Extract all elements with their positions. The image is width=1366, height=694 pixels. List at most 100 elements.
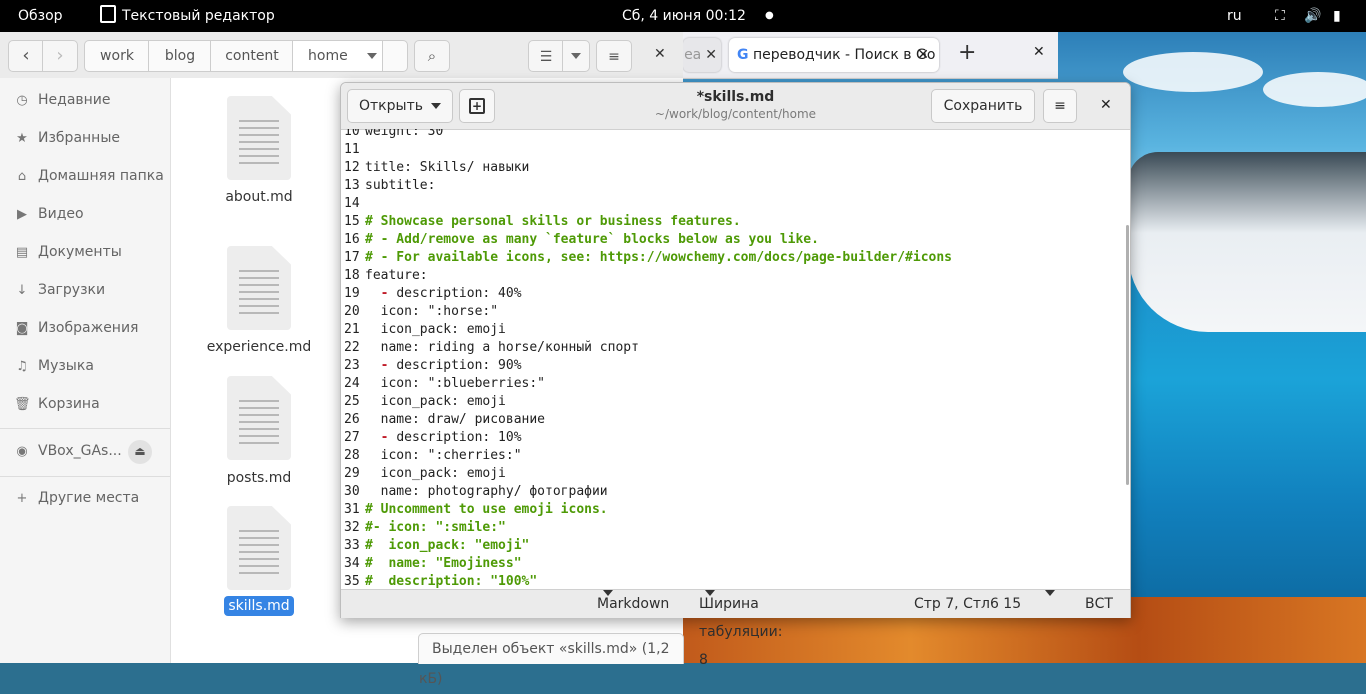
plus-icon: + — [16, 491, 28, 506]
breadcrumb-content[interactable]: content — [210, 40, 294, 72]
sidebar-item-label: Избранные — [38, 130, 120, 146]
chevron-down-icon — [571, 53, 581, 59]
app-menu[interactable]: Текстовый редактор — [100, 0, 275, 32]
list-dash: - — [365, 286, 397, 301]
menu-button[interactable]: ≡ — [1043, 89, 1077, 123]
line-number: 30 — [344, 484, 360, 499]
close-window-icon[interactable]: ✕ — [1033, 44, 1045, 60]
tab-width-label: Ширина табуляции: 8 — [699, 596, 783, 668]
code-line: # Uncomment to use emoji icons. — [365, 502, 608, 517]
menu-button[interactable]: ≡ — [596, 40, 632, 72]
code-line: - description: 90% — [365, 358, 522, 373]
cloud — [1263, 72, 1366, 107]
sidebar-item-starred[interactable]: ★ Избранные — [14, 128, 120, 148]
file-name[interactable]: about.md — [189, 189, 329, 205]
app-name: Текстовый редактор — [122, 8, 275, 24]
line-number: 22 — [344, 340, 360, 355]
view-options-button[interactable] — [562, 40, 590, 72]
sidebar-item-label: Корзина — [38, 396, 100, 412]
line-number: 12 — [344, 160, 360, 175]
browser-tab-partial[interactable]: ea ✕ — [683, 38, 721, 72]
sidebar-item-vbox[interactable]: ◉ VBox_GAs... — [14, 441, 121, 461]
line-number: 14 — [344, 196, 360, 211]
file-icon-selected[interactable] — [227, 506, 291, 590]
code-line: #- icon: ":smile:" — [365, 520, 506, 535]
sidebar-item-documents[interactable]: ▤ Документы — [14, 242, 122, 262]
line-number: 13 — [344, 178, 360, 193]
sidebar-divider — [0, 428, 170, 429]
forward-button[interactable]: › — [42, 40, 78, 72]
sidebar-item-downloads[interactable]: ↓ Загрузки — [14, 280, 106, 300]
sidebar-item-videos[interactable]: ▶ Видео — [14, 204, 84, 224]
sidebar-item-label: Недавние — [38, 92, 111, 108]
code-line: # Showcase personal skills or business f… — [365, 214, 741, 229]
chevron-down-icon — [430, 103, 441, 109]
scrollbar[interactable] — [1126, 225, 1129, 485]
list-view-icon: ☰ — [539, 49, 553, 65]
chevron-down-icon — [1045, 590, 1055, 596]
close-icon[interactable]: ✕ — [654, 46, 666, 62]
line-number: 35 — [344, 574, 360, 589]
sidebar-item-pictures[interactable]: ◙ Изображения — [14, 318, 139, 338]
save-button[interactable]: Сохранить — [931, 89, 1035, 123]
breadcrumb-work[interactable]: work — [84, 40, 150, 72]
notepad-icon — [100, 5, 116, 23]
code-line: weight: 30 — [365, 129, 444, 139]
eject-icon[interactable]: ⏏ — [128, 440, 152, 464]
file-icon[interactable] — [227, 246, 291, 330]
sidebar-item-recent[interactable]: ◷ Недавние — [14, 90, 111, 110]
file-icon[interactable] — [227, 96, 291, 180]
code-text: description: 40% — [396, 286, 522, 301]
new-document-icon: + — [469, 98, 485, 114]
browser-tab-search[interactable]: G переводчик - Поиск в Go ✕ — [729, 38, 939, 72]
new-tab-button[interactable]: + — [459, 89, 495, 123]
code-line: icon_pack: emoji — [365, 394, 506, 409]
close-icon[interactable]: ✕ — [909, 38, 929, 72]
sidebar-item-home[interactable]: ⌂ Домашняя папка — [14, 166, 164, 186]
back-button[interactable]: ‹ — [8, 40, 44, 72]
file-name[interactable]: posts.md — [189, 470, 329, 486]
cursor-position[interactable]: Стр 7, Стл6 15 — [914, 590, 1021, 618]
top-bar: Обзор Текстовый редактор Сб, 4 июня 00:1… — [0, 0, 1366, 32]
clock[interactable]: Сб, 4 июня 00:12 — [622, 0, 746, 32]
line-number: 25 — [344, 394, 360, 409]
selection-status: Выделен объект «skills.md» (1,2 кБ) — [418, 633, 684, 687]
breadcrumb-home[interactable]: home — [292, 40, 384, 72]
code-line: subtitle: — [365, 178, 436, 193]
trash-icon: 🗑 — [14, 397, 31, 412]
network-icon[interactable]: ⛶ — [1275, 0, 1285, 32]
volume-icon[interactable]: 🔊 — [1304, 0, 1321, 32]
search-button[interactable]: ⌕ — [414, 40, 450, 72]
code-area[interactable]: 10 weight: 30 11 12 title: Skills/ навыки 13 s… — [341, 129, 1127, 589]
breadcrumb-blog[interactable]: blog — [148, 40, 212, 72]
breadcrumb-end[interactable] — [382, 40, 408, 72]
code-line: # - Add/remove as many `feature` blocks … — [365, 232, 819, 247]
close-icon[interactable]: ✕ — [1100, 97, 1112, 113]
tab-label: ea — [684, 47, 702, 63]
code-line: icon: ":horse:" — [365, 304, 499, 319]
view-list-button[interactable]: ☰ — [528, 40, 564, 72]
line-number: 10 — [344, 129, 360, 139]
keyboard-layout[interactable]: ru — [1227, 0, 1242, 32]
sidebar-item-other-locations[interactable]: + Другие места — [14, 488, 140, 508]
browser-tabbar: ea ✕ G переводчик - Поиск в Go ✕ + ✕ — [683, 32, 1058, 79]
file-name[interactable]: experience.md — [189, 339, 329, 355]
code-line: - description: 40% — [365, 286, 522, 301]
video-icon: ▶ — [17, 207, 27, 222]
line-number: 31 — [344, 502, 360, 517]
open-button[interactable]: Открыть — [347, 89, 453, 123]
battery-icon[interactable]: ▮ — [1333, 0, 1341, 32]
activities-button[interactable]: Обзор — [18, 0, 63, 32]
sidebar-item-trash[interactable]: 🗑 Корзина — [14, 394, 100, 414]
line-number: 26 — [344, 412, 360, 427]
new-tab-icon[interactable]: + — [958, 40, 976, 65]
code-line: icon: ":cherries:" — [365, 448, 522, 463]
insert-mode[interactable]: ВСТ — [1085, 590, 1113, 618]
sidebar-item-music[interactable]: ♫ Музыка — [14, 356, 94, 376]
file-icon[interactable] — [227, 376, 291, 460]
close-icon[interactable]: ✕ — [705, 47, 717, 63]
editor-statusbar: Markdown Ширина табуляции: 8 Стр 7, Стл6… — [341, 589, 1130, 668]
code-text: description: 10% — [396, 430, 522, 445]
file-name-selected[interactable]: skills.md — [189, 596, 329, 616]
line-number: 17 — [344, 250, 360, 265]
